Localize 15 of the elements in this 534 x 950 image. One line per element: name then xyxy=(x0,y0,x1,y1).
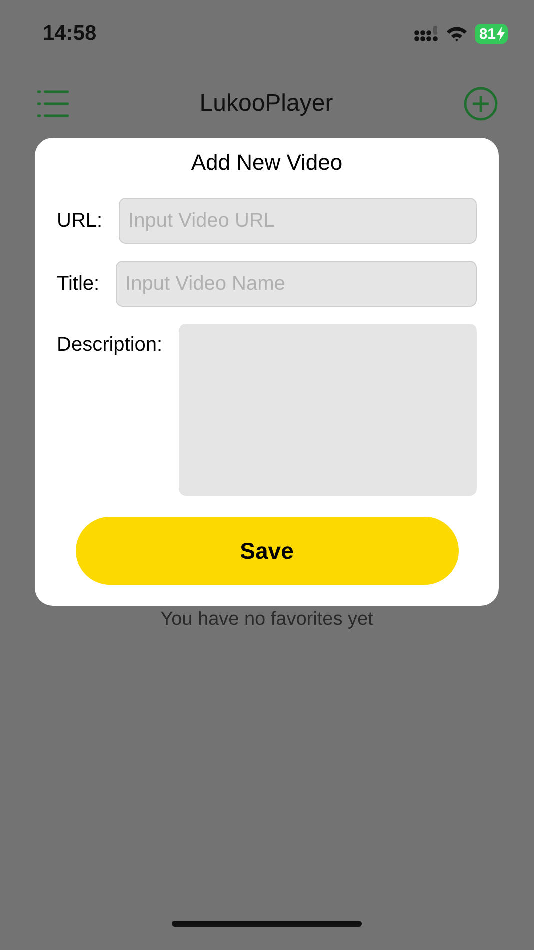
status-time: 14:58 xyxy=(43,22,97,46)
add-icon[interactable] xyxy=(464,87,498,121)
wifi-icon xyxy=(446,26,468,42)
app-title: LukooPlayer xyxy=(200,90,334,118)
field-label: Title: xyxy=(57,272,100,296)
field-label: URL: xyxy=(57,210,103,232)
empty-message: You have no favorites yet xyxy=(160,609,374,631)
field-label: Description: xyxy=(57,334,163,357)
bolt-icon xyxy=(497,27,505,41)
text-area[interactable] xyxy=(178,324,477,496)
signal-icon xyxy=(414,26,440,42)
menu-icon[interactable] xyxy=(37,90,69,118)
dialog-title: Add New Video xyxy=(190,150,344,176)
battery-indicator: 81 xyxy=(475,24,508,44)
save-button[interactable]: Save xyxy=(76,517,458,585)
